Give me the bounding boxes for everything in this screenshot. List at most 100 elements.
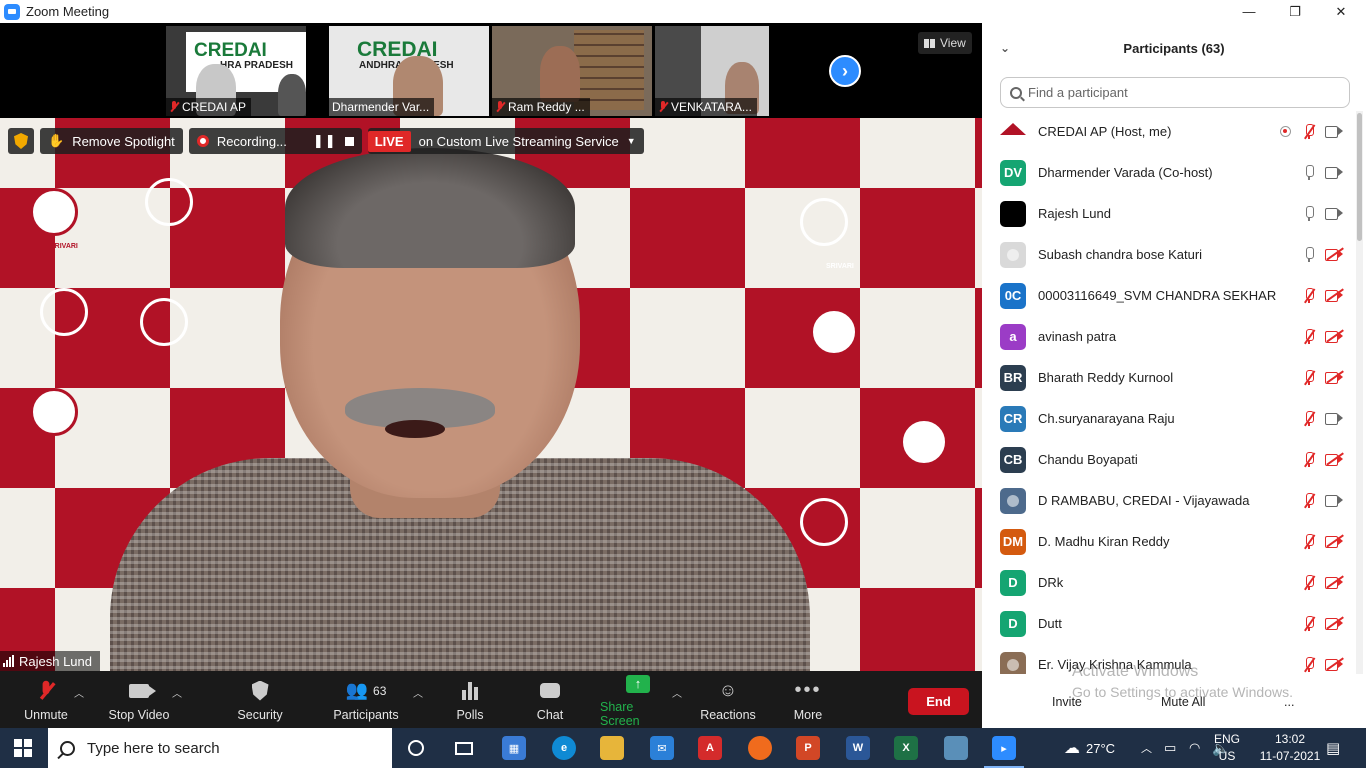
video-off-icon[interactable] (1325, 657, 1344, 671)
muted-mic-icon[interactable] (1302, 616, 1316, 632)
share-options-caret-icon[interactable]: ︿ (672, 685, 682, 700)
video-camera-icon[interactable] (1325, 412, 1343, 425)
participant-row[interactable]: 0C 00003116649_SVM CHANDRA SEKHAR (982, 275, 1354, 316)
muted-mic-icon[interactable] (1302, 124, 1316, 140)
notification-icon[interactable]: ▤ (1326, 728, 1340, 768)
participants-options-caret-icon[interactable]: ︿ (413, 685, 423, 700)
muted-mic-icon[interactable] (1302, 452, 1316, 468)
battery-icon[interactable]: ▭ (1164, 728, 1176, 768)
participant-row[interactable]: D Dutt (982, 603, 1354, 644)
security-button[interactable]: Security (234, 671, 286, 728)
mic-icon[interactable] (1302, 247, 1316, 263)
cortana-icon[interactable] (404, 736, 428, 760)
reactions-button[interactable]: ☺ Reactions (700, 671, 756, 728)
minimize-button[interactable]: — (1226, 0, 1272, 23)
pause-icon[interactable]: ❚❚ (313, 133, 337, 149)
firefox-icon[interactable] (748, 736, 772, 760)
video-thumbnail[interactable]: Ram Reddy ... (492, 26, 652, 116)
video-thumbnail[interactable]: CREDAI HRA PRADESH CREDAI AP (166, 26, 306, 116)
windows-start-icon[interactable] (14, 739, 32, 757)
muted-mic-icon[interactable] (1302, 411, 1316, 427)
taskbar-search-box[interactable] (48, 728, 392, 768)
language-indicator[interactable]: ENG US (1212, 731, 1242, 765)
video-off-icon[interactable] (1325, 452, 1344, 466)
video-off-icon[interactable] (1325, 288, 1344, 302)
participant-row[interactable]: Subash chandra bose Katuri (982, 234, 1354, 275)
powerpoint-icon[interactable]: P (796, 736, 820, 760)
task-view-icon[interactable] (452, 736, 476, 760)
video-off-icon[interactable] (1325, 616, 1344, 630)
tray-overflow-icon[interactable]: ︿ (1141, 728, 1152, 768)
participant-row[interactable]: a avinash patra (982, 316, 1354, 357)
next-page-arrow-icon[interactable]: › (829, 55, 861, 87)
muted-mic-icon[interactable] (1302, 657, 1316, 673)
excel-icon[interactable]: X (894, 736, 918, 760)
close-button[interactable]: ✕ (1318, 0, 1364, 23)
live-stream-indicator[interactable]: LIVE on Custom Live Streaming Service ▼ (367, 128, 644, 154)
muted-mic-icon[interactable] (1302, 370, 1316, 386)
video-camera-icon[interactable] (1325, 494, 1343, 507)
view-button[interactable]: View (918, 32, 972, 54)
system-clock[interactable]: 13:02 11-07-2021 (1255, 731, 1325, 765)
video-off-icon[interactable] (1325, 329, 1344, 343)
video-camera-icon[interactable] (1325, 166, 1343, 179)
recording-indicator[interactable]: Recording... ❚❚ (188, 128, 362, 154)
video-off-icon[interactable] (1325, 534, 1344, 548)
weather-widget[interactable]: ☁ 27°C (1064, 728, 1115, 768)
polls-button[interactable]: Polls (452, 671, 488, 728)
muted-mic-icon[interactable] (1302, 534, 1316, 550)
participants-button[interactable]: 👥 63 Participants (330, 671, 402, 728)
muted-mic-icon[interactable] (1302, 329, 1316, 345)
remove-spotlight-button[interactable]: ✋ Remove Spotlight (40, 128, 183, 154)
end-meeting-button[interactable]: End (908, 688, 969, 715)
wifi-icon[interactable]: ◠ (1189, 728, 1200, 768)
file-explorer-icon[interactable] (600, 736, 624, 760)
panel-more-button[interactable]: ... (1284, 687, 1294, 717)
audio-options-caret-icon[interactable]: ︿ (74, 685, 84, 700)
mic-icon[interactable] (1302, 206, 1316, 222)
participant-row[interactable]: CR Ch.suryanarayana Raju (982, 398, 1354, 439)
video-camera-icon[interactable] (1325, 125, 1343, 138)
chat-button[interactable]: Chat (532, 671, 568, 728)
zoom-taskbar-icon[interactable]: ▸ (992, 736, 1016, 760)
participant-row[interactable]: DM D. Madhu Kiran Reddy (982, 521, 1354, 562)
video-off-icon[interactable] (1325, 370, 1344, 384)
photos-icon[interactable] (944, 736, 968, 760)
video-off-icon[interactable] (1325, 575, 1344, 589)
participant-list-scrollbar[interactable] (1356, 111, 1363, 674)
mute-all-button[interactable]: Mute All (1161, 687, 1205, 717)
acrobat-icon[interactable]: A (698, 736, 722, 760)
collapse-chevron-icon[interactable]: ⌄ (1000, 41, 1010, 55)
participant-search-input[interactable] (1028, 85, 1328, 100)
participant-row[interactable]: D RAMBABU, CREDAI - Vijayawada (982, 480, 1354, 521)
word-icon[interactable]: W (846, 736, 870, 760)
store-icon[interactable]: ▦ (502, 736, 526, 760)
video-off-icon[interactable] (1325, 247, 1344, 261)
unmute-button[interactable]: Unmute (20, 671, 72, 728)
participant-search-box[interactable] (1000, 77, 1350, 108)
participant-row[interactable]: BR Bharath Reddy Kurnool (982, 357, 1354, 398)
muted-mic-icon[interactable] (1302, 288, 1316, 304)
encryption-badge[interactable] (8, 128, 34, 154)
taskbar-search-input[interactable] (87, 739, 367, 757)
video-camera-icon[interactable] (1325, 207, 1343, 220)
restore-button[interactable]: ❐ (1272, 0, 1318, 23)
mic-icon[interactable] (1302, 165, 1316, 181)
participant-row[interactable]: DV Dharmender Varada (Co-host) (982, 152, 1354, 193)
muted-mic-icon[interactable] (1302, 493, 1316, 509)
edge-browser-icon[interactable]: e (552, 736, 576, 760)
video-thumbnail[interactable]: CREDAI ANDHRA PRADESH Dharmender Var... (329, 26, 489, 116)
participant-row[interactable]: CB Chandu Boyapati (982, 439, 1354, 480)
invite-button[interactable]: Invite (1052, 687, 1082, 717)
scrollbar-thumb[interactable] (1357, 113, 1362, 241)
stop-icon[interactable] (344, 136, 354, 146)
share-screen-button[interactable]: ↑ Share Screen (600, 671, 676, 728)
participant-row[interactable]: Rajesh Lund (982, 193, 1354, 234)
stop-video-button[interactable]: Stop Video (104, 671, 174, 728)
video-options-caret-icon[interactable]: ︿ (172, 685, 182, 700)
video-thumbnail[interactable]: VENKATARA... (655, 26, 769, 116)
participant-row[interactable]: D DRk (982, 562, 1354, 603)
mail-icon[interactable]: ✉ (650, 736, 674, 760)
muted-mic-icon[interactable] (1302, 575, 1316, 591)
participant-row[interactable]: CREDAI AP (Host, me) (982, 111, 1354, 152)
